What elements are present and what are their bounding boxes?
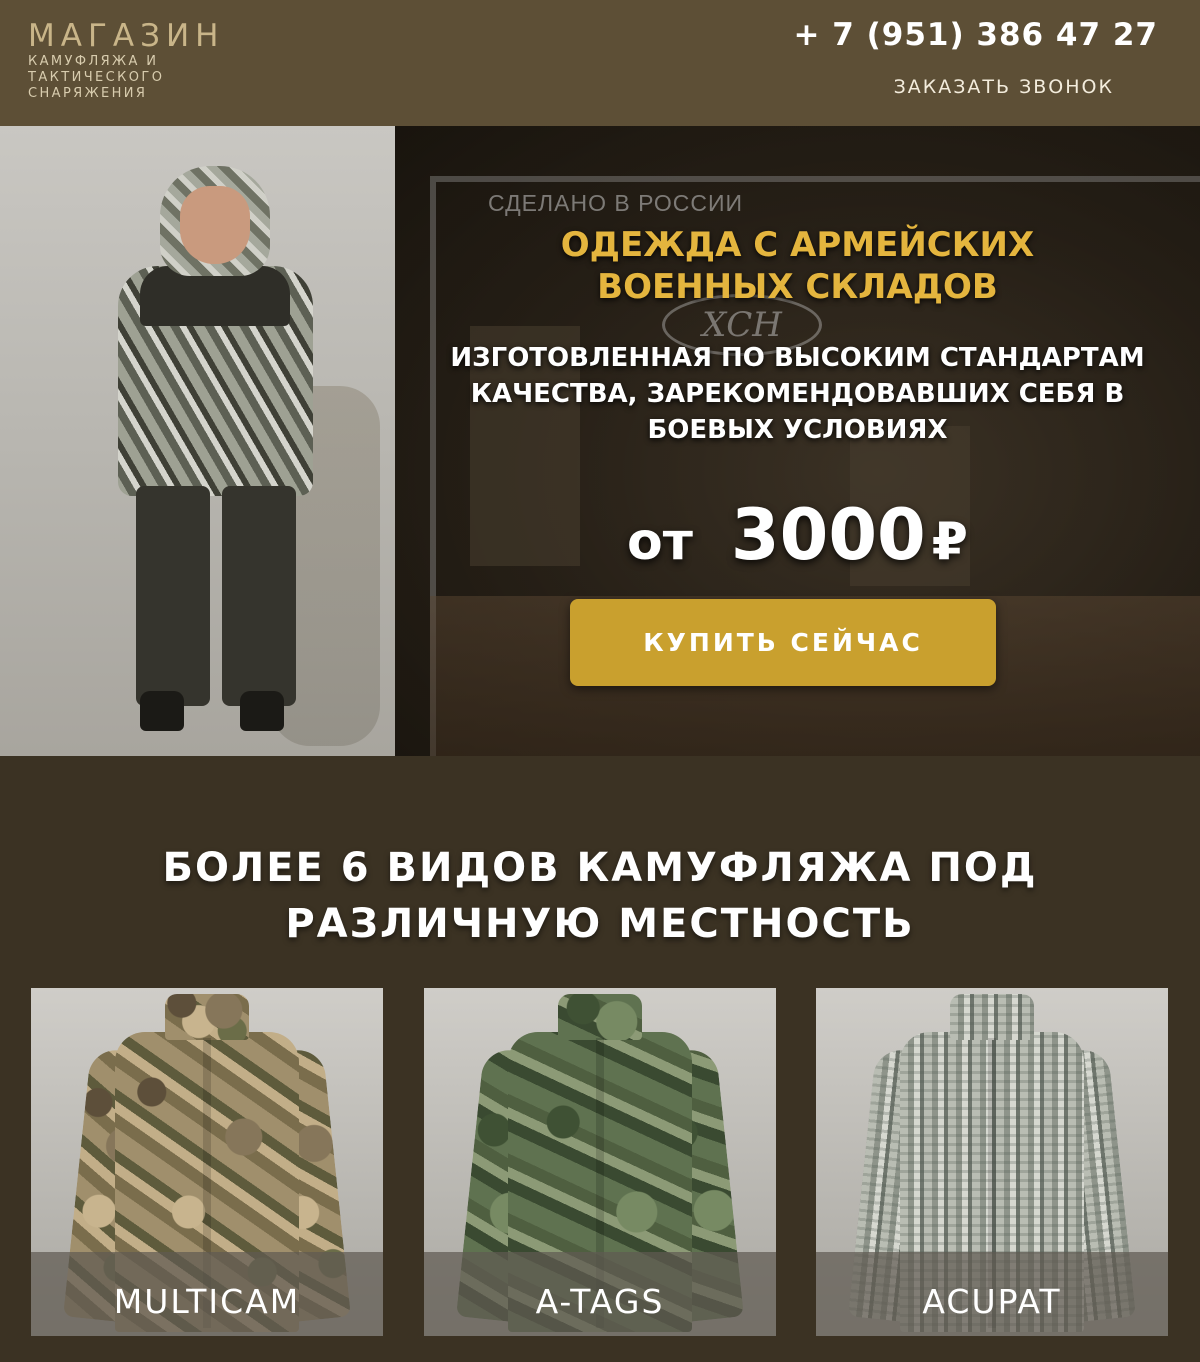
- price-value: 3000: [730, 494, 926, 576]
- logo-subtitle-line-3: СНАРЯЖЕНИЯ: [28, 86, 148, 101]
- camo-card-label: A-TAGS: [424, 1252, 776, 1336]
- camouflage-gallery: MULTICAM A-TAGS ACUPAT: [31, 988, 1171, 1336]
- camo-card-label: ACUPAT: [816, 1252, 1168, 1336]
- price-tag: от 3000 ₽: [395, 494, 1200, 576]
- logo-title: МАГАЗИН: [28, 18, 225, 54]
- store-sign-text: СДЕЛАНО В РОССИИ: [488, 190, 744, 216]
- hero-banner: СДЕЛАНО В РОССИИ ХСН ОДЕЖДА С АРМЕЙСКИХ …: [0, 126, 1200, 756]
- section-title: БОЛЕЕ 6 ВИДОВ КАМУФЛЯЖА ПОД РАЗЛИЧНУЮ МЕ…: [162, 845, 1038, 947]
- logo-subtitle-line-2: ТАКТИЧЕСКОГО: [28, 70, 165, 85]
- store-logo[interactable]: МАГАЗИН КАМУФЛЯЖА И ТАКТИЧЕСКОГО СНАРЯЖЕ…: [28, 18, 224, 102]
- hero-title: ОДЕЖДА С АРМЕЙСКИХ ВОЕННЫХ СКЛАДОВ: [560, 225, 1035, 307]
- camo-card-label: MULTICAM: [31, 1252, 383, 1336]
- camo-card-multicam[interactable]: MULTICAM: [31, 988, 383, 1336]
- site-header: МАГАЗИН КАМУФЛЯЖА И ТАКТИЧЕСКОГО СНАРЯЖЕ…: [0, 0, 1200, 126]
- phone-number[interactable]: + 7 (951) 386 47 27: [793, 17, 1158, 53]
- buy-now-button[interactable]: КУПИТЬ СЕЙЧАС: [570, 599, 996, 686]
- hero-subtitle: ИЗГОТОВЛЕННАЯ ПО ВЫСОКИМ СТАНДАРТАМ КАЧЕ…: [450, 343, 1145, 445]
- logo-subtitle-line-1: КАМУФЛЯЖА И: [28, 54, 159, 69]
- soldier-in-camouflage-image: [100, 166, 330, 746]
- callback-link[interactable]: ЗАКАЗАТЬ ЗВОНОК: [894, 76, 1114, 98]
- camo-card-a-tags[interactable]: A-TAGS: [424, 988, 776, 1336]
- price-prefix: от: [627, 512, 693, 572]
- camo-card-acupat[interactable]: ACUPAT: [816, 988, 1168, 1336]
- hero-model-panel: [0, 126, 395, 756]
- ruble-icon: ₽: [931, 512, 968, 572]
